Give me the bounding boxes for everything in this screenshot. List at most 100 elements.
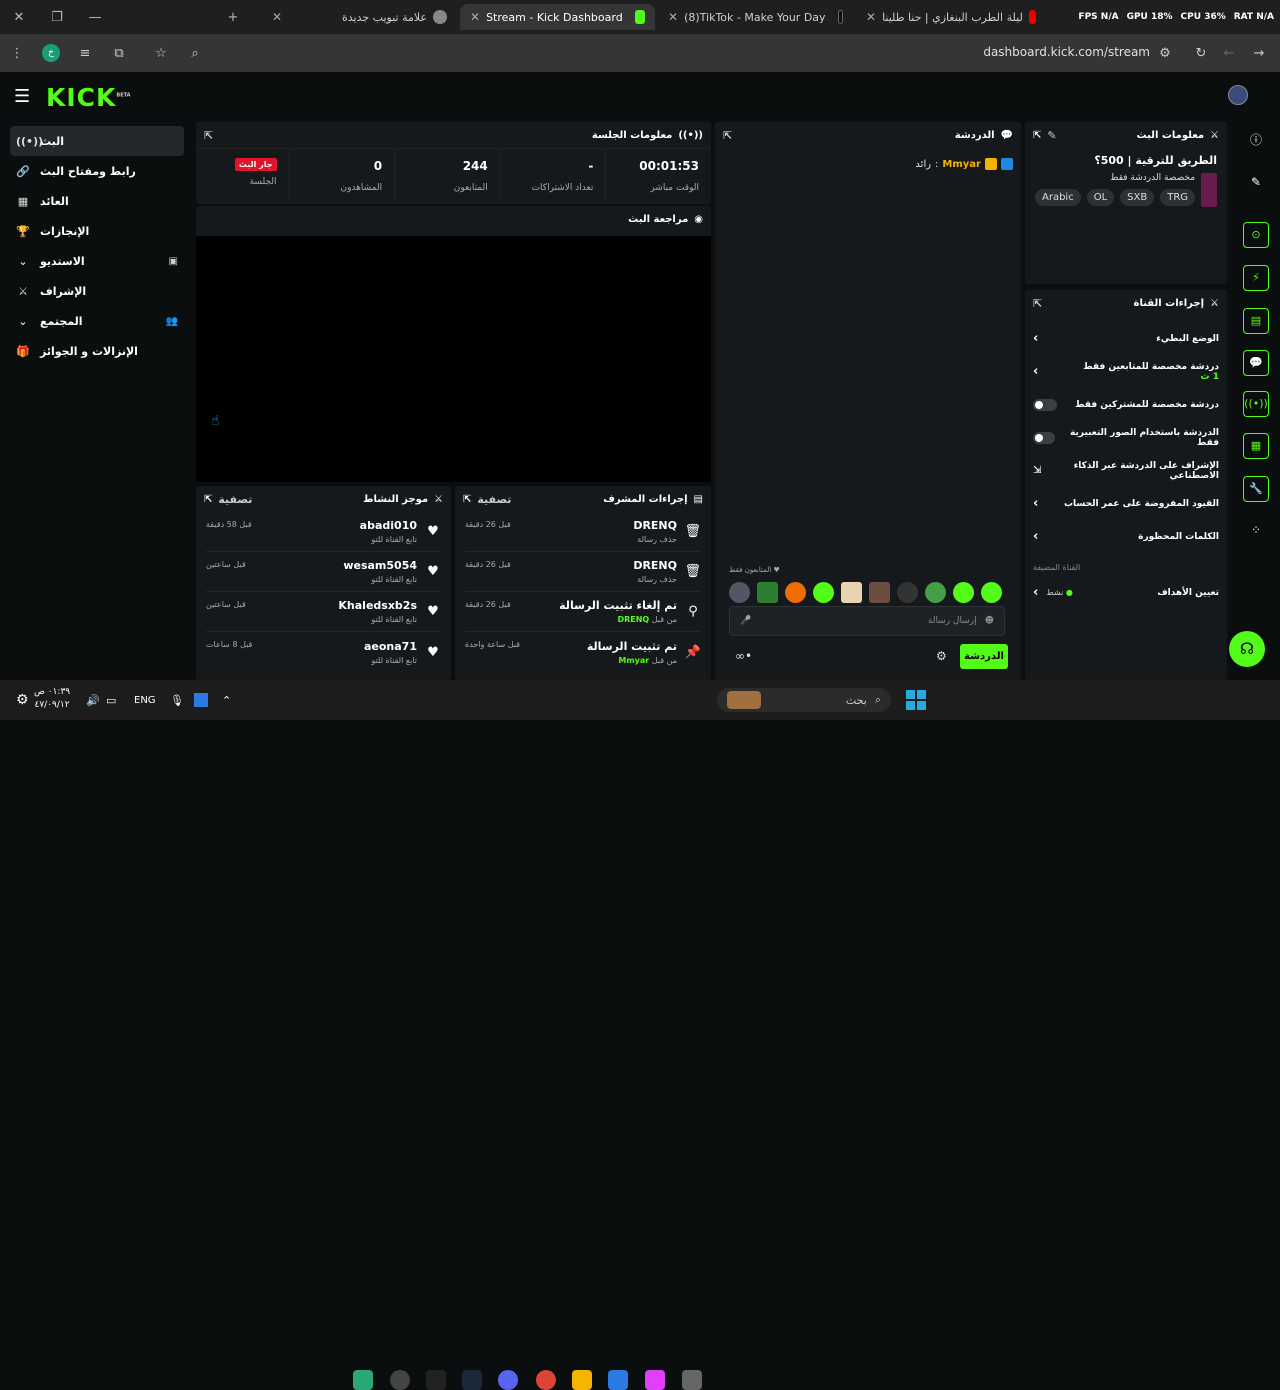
profile-icon[interactable]: خ — [34, 44, 68, 62]
extensions-icon[interactable]: ⧉ — [102, 46, 136, 61]
clock[interactable]: ٠١:٣٩ ص ٤٧/٠٩/١٢ — [34, 686, 70, 712]
tab-kick-dashboard[interactable]: ✕ Stream - Kick Dashboard — [460, 4, 655, 30]
edit-icon[interactable]: ✎ — [1047, 129, 1056, 142]
copilot-icon[interactable] — [645, 1370, 665, 1390]
nav-item-moderation[interactable]: ⚔ الإشراف — [10, 276, 184, 306]
close-tab-icon[interactable]: ✕ — [866, 10, 876, 24]
follower-name[interactable]: aeona71 — [260, 640, 417, 653]
nav-item-studio[interactable]: ⌄ الاستديو ▣ — [10, 246, 184, 276]
hamburger-menu-icon[interactable]: ☰ — [14, 86, 30, 107]
support-headset-button[interactable]: ☊ — [1229, 631, 1265, 667]
chat-settings-icon[interactable]: ⚙ — [936, 649, 947, 663]
avatar[interactable] — [1228, 85, 1248, 105]
moderator-name[interactable]: DRENQ — [617, 615, 649, 624]
chat-username[interactable]: Mmyar — [942, 159, 981, 170]
discord-icon[interactable] — [498, 1370, 518, 1390]
action-slow-mode[interactable]: الوضع البطيء › — [1025, 322, 1227, 355]
lens-icon[interactable]: ⌕ — [178, 46, 212, 61]
bookmark-star-icon[interactable]: ☆ — [144, 46, 178, 61]
nav-item-achievements[interactable]: 🏆 الإنجازات — [10, 216, 184, 246]
search-box[interactable]: ⌕ بحث — [717, 688, 891, 712]
chat-tools-icon[interactable]: ∞• — [735, 649, 752, 663]
action-banned-words[interactable]: الكلمات المحظورة › — [1025, 520, 1227, 553]
popout-icon[interactable]: ⇱ — [463, 494, 471, 505]
kick-logo[interactable]: KICKBETA — [46, 83, 131, 112]
follower-name[interactable]: abadi010 — [260, 519, 417, 532]
emote-icon[interactable] — [897, 582, 918, 603]
language-indicator[interactable]: ENG — [134, 695, 156, 706]
nav-item-stream-key[interactable]: 🔗 رابط ومفتاح البث — [10, 156, 184, 186]
rail-stream-preview-button[interactable]: ⊙ — [1243, 222, 1269, 248]
chevron-up-icon[interactable]: ⌃ — [222, 694, 231, 707]
follower-name[interactable]: Khaledsxb2s — [254, 599, 417, 612]
close-tab-icon[interactable]: ✕ — [668, 10, 678, 24]
tag-badge[interactable]: TRG — [1160, 189, 1196, 206]
rail-layout-button[interactable]: ▦ — [1243, 433, 1269, 459]
file-explorer-icon[interactable] — [572, 1370, 592, 1390]
site-settings-icon[interactable]: ⚙ — [1148, 46, 1182, 61]
popout-icon[interactable]: ⇱ — [1033, 297, 1042, 310]
new-tab-icon[interactable]: + — [214, 10, 252, 25]
rail-chat-button[interactable]: 💬 — [1243, 350, 1269, 376]
filter-button[interactable]: تصفية — [218, 493, 252, 506]
taskbar-app-icon[interactable] — [353, 1370, 373, 1390]
address-bar[interactable]: dashboard.kick.com/stream — [983, 45, 1150, 59]
restore-window-icon[interactable]: ❐ — [38, 10, 76, 25]
stream-preview[interactable] — [196, 236, 711, 482]
pencil-icon[interactable]: ✎ — [1243, 169, 1269, 195]
action-followers-only[interactable]: دردشة مخصصة للمتابعين فقط 1 ث › — [1025, 355, 1227, 388]
network-icon[interactable]: ▭ — [106, 694, 116, 707]
emote-icon[interactable] — [925, 582, 946, 603]
rail-notes-button[interactable]: ▤ — [1243, 308, 1269, 334]
popout-icon[interactable]: ⇱ — [1033, 130, 1041, 141]
taskbar-app-icon[interactable] — [426, 1370, 446, 1390]
tag-badge[interactable]: Arabic — [1035, 189, 1081, 206]
mic-icon[interactable]: 🎙 — [170, 694, 184, 707]
popout-icon[interactable]: ⇱ — [204, 494, 212, 505]
emote-icon[interactable] — [757, 582, 778, 603]
menu-dots-icon[interactable]: ⋮ — [0, 46, 34, 61]
follower-name[interactable]: wesam5054 — [254, 559, 417, 572]
tag-badge[interactable]: SXB — [1120, 189, 1155, 206]
info-icon[interactable]: ⓘ — [1243, 127, 1269, 153]
action-account-age[interactable]: القيود المفروضة على عمر الحساب › — [1025, 487, 1227, 520]
obs-icon[interactable] — [390, 1370, 410, 1390]
tab-tiktok[interactable]: ✕ (8)TikTok - Make Your Day — [658, 4, 853, 30]
popout-icon[interactable]: ⇱ — [204, 129, 213, 142]
forward-icon[interactable]: ← — [1212, 46, 1246, 61]
back-icon[interactable]: → — [1242, 46, 1276, 61]
emote-icon[interactable] — [785, 582, 806, 603]
microphone-icon[interactable]: 🎤 — [740, 616, 751, 626]
tab-search-icon[interactable]: ≡ — [68, 46, 102, 61]
subscribers-only-toggle[interactable] — [1033, 398, 1057, 411]
emote-icon[interactable] — [869, 582, 890, 603]
emote-icon[interactable] — [841, 582, 862, 603]
filter-button[interactable]: تصفية — [477, 493, 511, 506]
chat-send-button[interactable]: الدردشة — [960, 644, 1008, 669]
tab-youtube[interactable]: ✕ ليلة الطرب البنغازي | حنا طلينا — [856, 4, 1046, 30]
rail-more-icon[interactable]: ⁘ — [1243, 517, 1269, 543]
emotes-only-toggle[interactable] — [1033, 431, 1055, 444]
store-icon[interactable] — [608, 1370, 628, 1390]
tab-new[interactable]: ✕ علامة تبويب جديدة — [262, 4, 457, 30]
minimize-window-icon[interactable]: — — [76, 10, 114, 25]
action-ai-moderation[interactable]: الإشراف على الدردشة عبر الذكاء الاصطناعي… — [1025, 454, 1227, 487]
steam-icon[interactable] — [462, 1370, 482, 1390]
moderator-name[interactable]: DRENQ — [519, 559, 677, 572]
rail-broadcast-button[interactable]: ((•)) — [1243, 391, 1269, 417]
moderator-name[interactable]: Mmyar — [618, 656, 649, 665]
rail-tools-button[interactable]: 🔧 — [1243, 476, 1269, 502]
emote-icon[interactable] — [953, 582, 974, 603]
popout-icon[interactable]: ⇱ — [723, 129, 732, 142]
moderator-name[interactable]: DRENQ — [519, 519, 677, 532]
nav-item-community[interactable]: ⌄ المجتمع 👥 — [10, 306, 184, 336]
nav-item-revenue[interactable]: ▦ العائد — [10, 186, 184, 216]
emote-icon[interactable] — [813, 582, 834, 603]
emote-icon[interactable] — [981, 582, 1002, 603]
chrome-taskbar-icon[interactable] — [536, 1370, 556, 1390]
tray-app-icon[interactable] — [194, 693, 208, 707]
close-tab-icon[interactable]: ✕ — [470, 10, 480, 24]
tag-badge[interactable]: OL — [1086, 189, 1115, 206]
nav-item-stream[interactable]: ((•)) البث — [10, 126, 184, 156]
emoji-icon[interactable]: ☻ — [985, 616, 994, 626]
